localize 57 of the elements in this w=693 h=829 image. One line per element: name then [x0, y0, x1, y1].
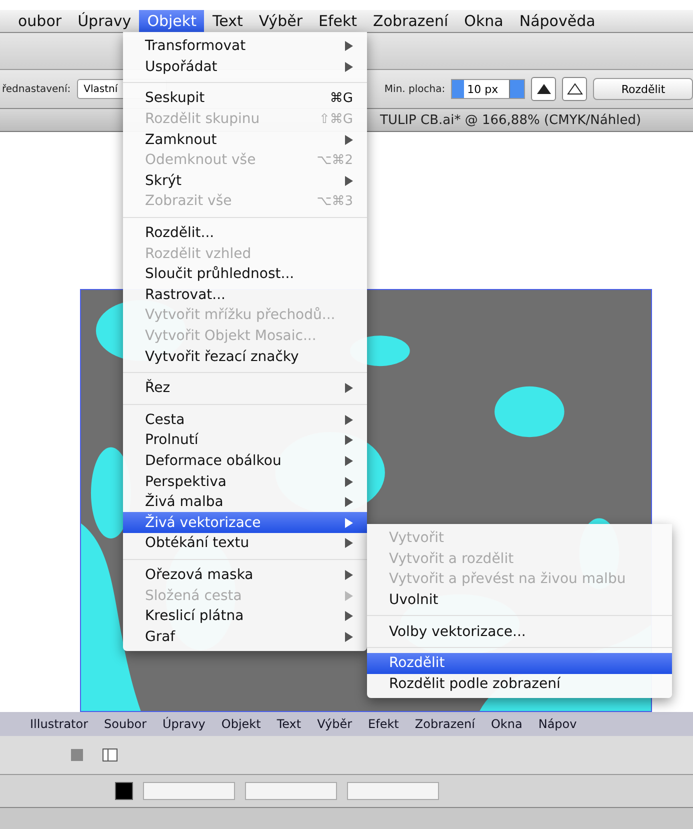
menu-item[interactable]: Skrýt: [123, 170, 367, 192]
menu-item[interactable]: Řez: [123, 378, 367, 398]
menu-title[interactable]: Zobrazení: [414, 717, 475, 731]
preset-label: řednastavení:: [2, 84, 71, 94]
menu-item[interactable]: Zamknout: [123, 129, 367, 150]
menu-title[interactable]: Okna: [490, 717, 522, 731]
menu-title[interactable]: Illustrator: [30, 717, 88, 731]
menu-item[interactable]: Uspořádat: [123, 56, 367, 78]
min-area-field[interactable]: 10 px: [451, 79, 526, 99]
menu-title[interactable]: Okna: [456, 10, 512, 32]
shortcut-text: ⇧⌘G: [319, 112, 353, 127]
menu-title[interactable]: Efekt: [368, 717, 399, 731]
menu-item[interactable]: Volby vektorizace...: [367, 621, 672, 642]
menu-item[interactable]: Perspektiva: [123, 471, 367, 492]
menu-title[interactable]: Výběr: [250, 10, 310, 32]
menu-item[interactable]: Prolnutí: [123, 430, 367, 451]
menu-title[interactable]: Úpravy: [162, 717, 206, 731]
menu-item[interactable]: Graf: [123, 626, 367, 648]
menu-item[interactable]: Živá vektorizace: [123, 512, 367, 534]
menu-title[interactable]: Nápověda: [511, 10, 604, 32]
min-area-label: Min. plocha:: [384, 84, 446, 94]
panel-icon[interactable]: [102, 748, 118, 762]
fill-swatch[interactable]: [115, 782, 133, 800]
menu-title[interactable]: Soubor: [104, 717, 147, 731]
menu-item[interactable]: Rozdělit...: [123, 222, 367, 244]
menu-item[interactable]: Vytvořit řezací značky: [123, 346, 367, 367]
menu-item[interactable]: Uvolnit: [367, 590, 672, 610]
menu-item[interactable]: Živá malba: [123, 492, 367, 512]
menu-title[interactable]: oubor: [10, 10, 70, 32]
shortcut-text: ⌘G: [330, 90, 353, 106]
document-tab[interactable]: TULIP CB.ai* @ 166,88% (CMYK/Náhled): [380, 112, 642, 128]
split-button[interactable]: Rozdělit: [593, 78, 693, 100]
menu-item[interactable]: Cesta: [123, 410, 367, 430]
menu-item[interactable]: Obtékání textu: [123, 533, 367, 554]
document-icon[interactable]: [70, 748, 84, 762]
stroke-field[interactable]: [143, 782, 235, 800]
menu-title[interactable]: Efekt: [310, 10, 366, 32]
style-field[interactable]: [245, 782, 337, 800]
menu-item[interactable]: Kreslicí plátna: [123, 606, 367, 626]
menu-title[interactable]: Nápov: [538, 717, 577, 731]
menu-title[interactable]: Úpravy: [70, 10, 140, 32]
menu-title[interactable]: Zobrazení: [365, 10, 456, 32]
menu-item[interactable]: Deformace obálkou: [123, 450, 367, 472]
menu-item[interactable]: Transformovat: [123, 36, 367, 57]
menu-title[interactable]: Text: [204, 10, 251, 32]
menu-item[interactable]: Rozdělit podle zobrazení: [367, 674, 672, 694]
menu-title[interactable]: Objekt: [221, 717, 261, 731]
shortcut-text: ⌥⌘3: [316, 194, 353, 209]
menu-title[interactable]: Výběr: [317, 717, 352, 731]
shortcut-text: ⌥⌘2: [316, 152, 353, 168]
menu-item[interactable]: Sloučit průhlednost...: [123, 264, 367, 285]
menu-item[interactable]: Rozdělit: [367, 652, 672, 674]
menu-item[interactable]: Rastrovat...: [123, 284, 367, 306]
brush-field[interactable]: [347, 782, 439, 800]
menu-item[interactable]: Ořezová maska: [123, 564, 367, 586]
menu-title[interactable]: Objekt: [139, 10, 204, 32]
menu-title[interactable]: Text: [276, 717, 302, 731]
